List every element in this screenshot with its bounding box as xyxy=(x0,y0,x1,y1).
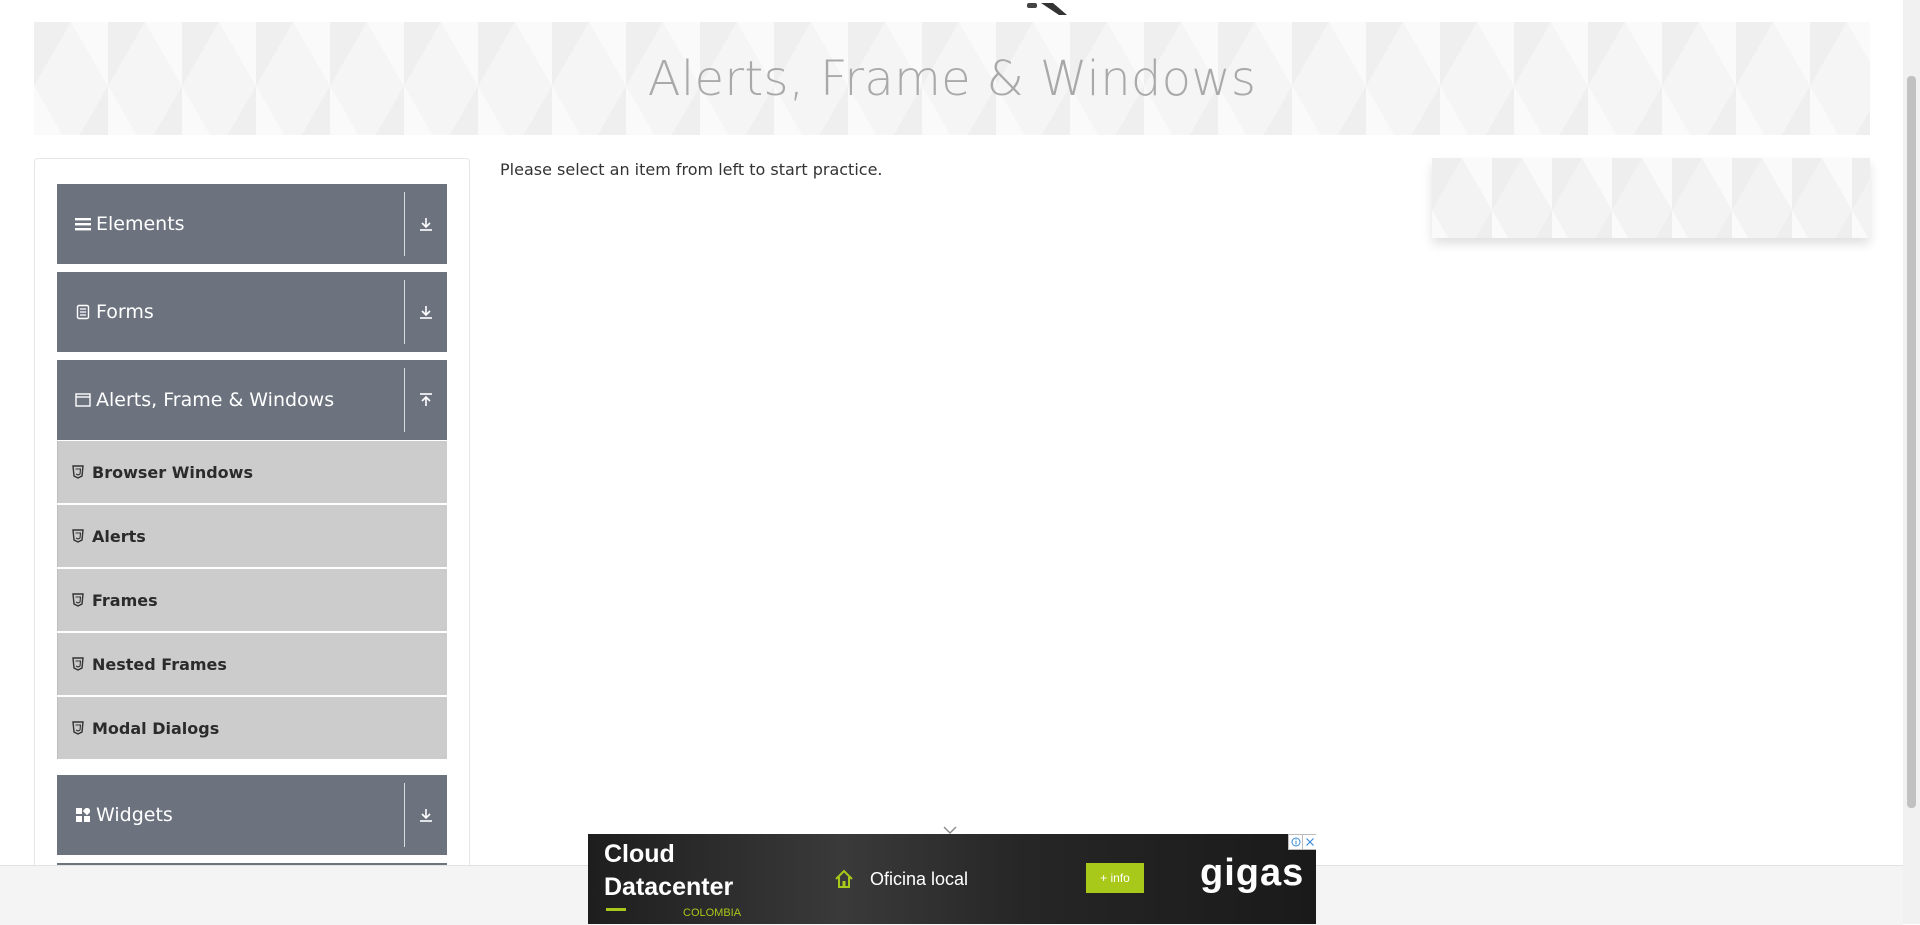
intro-text: Please select an item from left to start… xyxy=(500,160,883,179)
group-header-forms[interactable]: Forms xyxy=(57,272,447,352)
group-header-alerts-frame-windows[interactable]: Alerts, Frame & Windows xyxy=(57,360,447,440)
group-label: Forms xyxy=(96,301,154,323)
sidebar-item-label: Alerts xyxy=(92,526,146,546)
sidebar-item-label: Modal Dialogs xyxy=(92,718,220,738)
sidebar-item-browser-windows[interactable]: Browser Windows xyxy=(57,441,447,503)
html5-icon xyxy=(72,528,86,544)
sidebar-item-label: Browser Windows xyxy=(92,462,253,482)
vertical-scrollbar[interactable] xyxy=(1903,0,1920,924)
window-icon xyxy=(74,391,92,409)
ad-office-text: Oficina local xyxy=(870,869,969,889)
sidebar-item-nested-frames[interactable]: Nested Frames xyxy=(57,633,447,695)
ad-underline xyxy=(606,908,626,911)
group-label: Elements xyxy=(96,213,185,235)
expand-icon[interactable] xyxy=(405,775,447,855)
ad-title-line2: Datacenter xyxy=(604,873,734,901)
sidebar-item-modal-dialogs[interactable]: Modal Dialogs xyxy=(57,697,447,759)
group-label: Alerts, Frame & Windows xyxy=(96,389,335,411)
html5-icon xyxy=(72,464,86,480)
chevron-down-icon[interactable] xyxy=(942,820,958,834)
sidebar-item-label: Frames xyxy=(92,590,158,610)
sidebar-item-frames[interactable]: Frames xyxy=(57,569,447,631)
html5-icon xyxy=(72,720,86,736)
sidebar-item-label: Nested Frames xyxy=(92,654,227,674)
menu-icon xyxy=(74,215,92,233)
document-icon xyxy=(74,303,92,321)
ad-title: Cloud Datacenter xyxy=(604,838,733,904)
group-label: Widgets xyxy=(96,804,173,826)
left-sidebar: Elements Forms Alerts, Frame & Windows B… xyxy=(34,158,470,925)
site-logo[interactable] xyxy=(1025,0,1069,15)
ad-more-button[interactable]: + info xyxy=(1086,863,1144,893)
home-icon xyxy=(833,868,855,890)
ad-title-line1: Cloud xyxy=(604,840,675,868)
widgets-icon xyxy=(74,806,92,824)
html5-icon xyxy=(72,592,86,608)
scrollbar-thumb[interactable] xyxy=(1907,76,1916,808)
expand-icon[interactable] xyxy=(405,272,447,352)
group-header-widgets[interactable]: Widgets xyxy=(57,775,447,855)
ad-placeholder-card xyxy=(1432,158,1870,238)
close-icon[interactable] xyxy=(1302,834,1316,850)
collapse-icon[interactable] xyxy=(405,360,447,440)
ad-brand-logo: gigas xyxy=(1200,852,1305,894)
sidebar-item-alerts[interactable]: Alerts xyxy=(57,505,447,567)
group-header-elements[interactable]: Elements xyxy=(57,184,447,264)
ad-banner[interactable]: Cloud Datacenter COLOMBIA Oficina local … xyxy=(588,834,1316,924)
expand-icon[interactable] xyxy=(405,184,447,264)
page-title: Alerts, Frame & Windows xyxy=(647,50,1257,107)
page-banner: Alerts, Frame & Windows xyxy=(34,22,1870,135)
html5-icon xyxy=(72,656,86,672)
ad-country: COLOMBIA xyxy=(683,907,742,919)
